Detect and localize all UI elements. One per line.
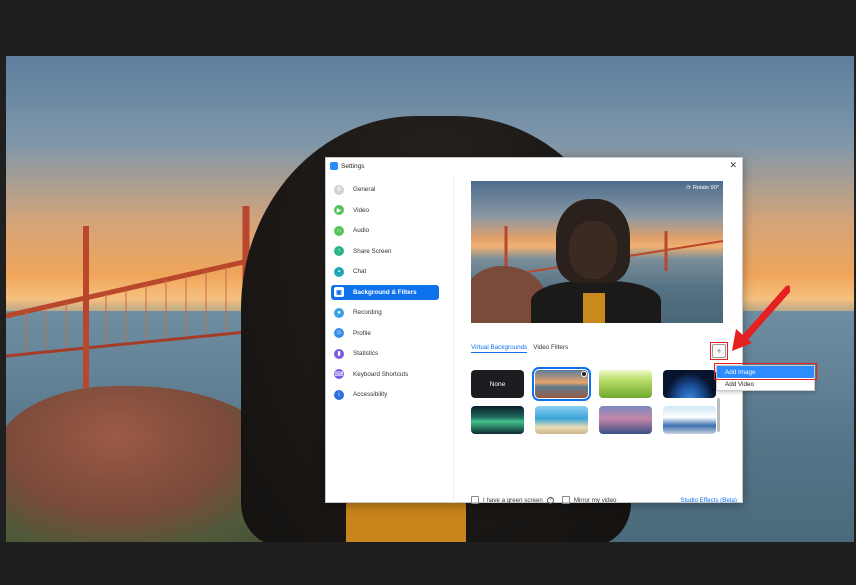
settings-titlebar: Settings ✕ bbox=[326, 158, 742, 174]
mirror-video-checkbox[interactable] bbox=[561, 496, 570, 504]
background-thumbnail-grass[interactable] bbox=[599, 370, 652, 398]
sidebar-item-label: Statistics bbox=[353, 350, 379, 357]
sidebar-item-statistics[interactable]: ▮ Statistics bbox=[331, 346, 439, 361]
sidebar-item-label: Keyboard Shortcuts bbox=[353, 370, 409, 378]
background-thumbnail-eiffel[interactable] bbox=[599, 406, 652, 434]
sidebar-item-label: Accessibility bbox=[353, 391, 388, 398]
gear-icon: ⚙ bbox=[334, 184, 344, 195]
remove-background-icon[interactable] bbox=[581, 371, 587, 377]
background-thumbnail-aurora[interactable] bbox=[471, 406, 524, 434]
sidebar-item-general[interactable]: ⚙ General bbox=[331, 182, 439, 197]
sidebar-item-video[interactable]: ▶ Video bbox=[331, 203, 439, 218]
sidebar-item-label: Profile bbox=[353, 329, 371, 337]
settings-window: Settings ✕ ⚙ General ▶ Video ∩ Audio ↑ Share Sc… bbox=[325, 157, 743, 504]
profile-icon: ☺ bbox=[334, 328, 344, 338]
background-tabs: Virtual Backgrounds Video Filters bbox=[471, 344, 568, 353]
help-icon[interactable]: ? bbox=[546, 496, 554, 504]
background-thumbnail-train[interactable] bbox=[663, 406, 716, 434]
sidebar-item-share-screen[interactable]: ↑ Share Screen bbox=[331, 244, 439, 259]
thumbnails-scrollbar[interactable] bbox=[717, 398, 720, 432]
sidebar-item-profile[interactable]: ☺ Profile bbox=[331, 326, 439, 341]
sidebar-item-background-filters[interactable]: ▣ Background & Filters bbox=[331, 284, 439, 300]
background-thumbnails: None bbox=[471, 367, 716, 458]
green-screen-checkbox[interactable] bbox=[471, 496, 479, 504]
sidebar-item-keyboard-shortcuts[interactable]: ⌨ Keyboard Shortcuts bbox=[331, 367, 439, 382]
zoom-app-icon bbox=[330, 162, 338, 170]
meeting-top-bar bbox=[0, 0, 856, 56]
sidebar-item-label: Background & Filters bbox=[353, 288, 417, 296]
rotate-label: Rotate 90° bbox=[692, 185, 719, 191]
background-thumbnail-bridge[interactable] bbox=[532, 367, 591, 401]
studio-effects-link[interactable]: Studio Effects (Beta) bbox=[680, 497, 737, 504]
sidebar-item-label: Recording bbox=[353, 309, 382, 316]
settings-bottom-options: I have a green screen ? Mirror my video … bbox=[471, 496, 737, 504]
sidebar-item-audio[interactable]: ∩ Audio bbox=[331, 223, 439, 238]
mirror-video-label: Mirror my video bbox=[573, 496, 617, 504]
share-screen-icon: ↑ bbox=[334, 246, 344, 256]
add-image-highlight-box bbox=[714, 363, 817, 380]
tab-video-filters[interactable]: Video Filters bbox=[533, 344, 568, 353]
tab-virtual-backgrounds[interactable]: Virtual Backgrounds bbox=[471, 344, 528, 353]
accessibility-icon: i bbox=[334, 389, 344, 400]
rotate-icon: ⟳ bbox=[686, 185, 691, 191]
record-icon: ● bbox=[334, 307, 344, 318]
sidebar-item-label: Share Screen bbox=[353, 247, 392, 255]
preview-person-face bbox=[569, 221, 617, 279]
sidebar-item-chat[interactable]: ▪ Chat bbox=[331, 264, 439, 279]
background-thumbnail-none[interactable]: None bbox=[471, 370, 524, 398]
chat-icon: ▪ bbox=[334, 266, 344, 277]
headphones-icon: ∩ bbox=[334, 225, 344, 236]
sidebar-item-label: Video bbox=[353, 206, 369, 214]
sidebar-item-label: General bbox=[353, 186, 376, 193]
green-screen-label: I have a green screen bbox=[483, 496, 543, 504]
background-filters-panel: ⟳ Rotate 90° Virtual Backgrounds Video F… bbox=[454, 174, 742, 504]
background-thumbnail-earth[interactable] bbox=[663, 370, 716, 398]
preview-person-shirt bbox=[583, 293, 605, 323]
rotate-button[interactable]: ⟳ Rotate 90° bbox=[686, 185, 719, 191]
settings-sidebar: ⚙ General ▶ Video ∩ Audio ↑ Share Screen ▪ Chat ▣ B… bbox=[326, 174, 454, 503]
meeting-bottom-bar bbox=[0, 542, 856, 585]
sidebar-item-recording[interactable]: ● Recording bbox=[331, 305, 439, 320]
add-button-highlight-box bbox=[710, 342, 728, 360]
window-title: Settings bbox=[341, 162, 365, 170]
keyboard-icon: ⌨ bbox=[334, 369, 344, 379]
video-icon: ▶ bbox=[334, 205, 344, 215]
background-icon: ▣ bbox=[334, 287, 344, 297]
background-thumbnail-beach[interactable] bbox=[535, 406, 588, 434]
red-arrow-annotation bbox=[732, 285, 790, 351]
sidebar-item-label: Audio bbox=[353, 227, 370, 234]
sidebar-item-label: Chat bbox=[353, 268, 367, 275]
video-preview: ⟳ Rotate 90° bbox=[471, 181, 723, 323]
close-icon[interactable]: ✕ bbox=[729, 160, 737, 171]
video-stage: Settings ✕ ⚙ General ▶ Video ∩ Audio ↑ Share Sc… bbox=[0, 0, 856, 585]
thumbnail-label: None bbox=[489, 380, 506, 388]
statistics-icon: ▮ bbox=[334, 348, 344, 359]
sidebar-item-accessibility[interactable]: i Accessibility bbox=[331, 387, 439, 402]
